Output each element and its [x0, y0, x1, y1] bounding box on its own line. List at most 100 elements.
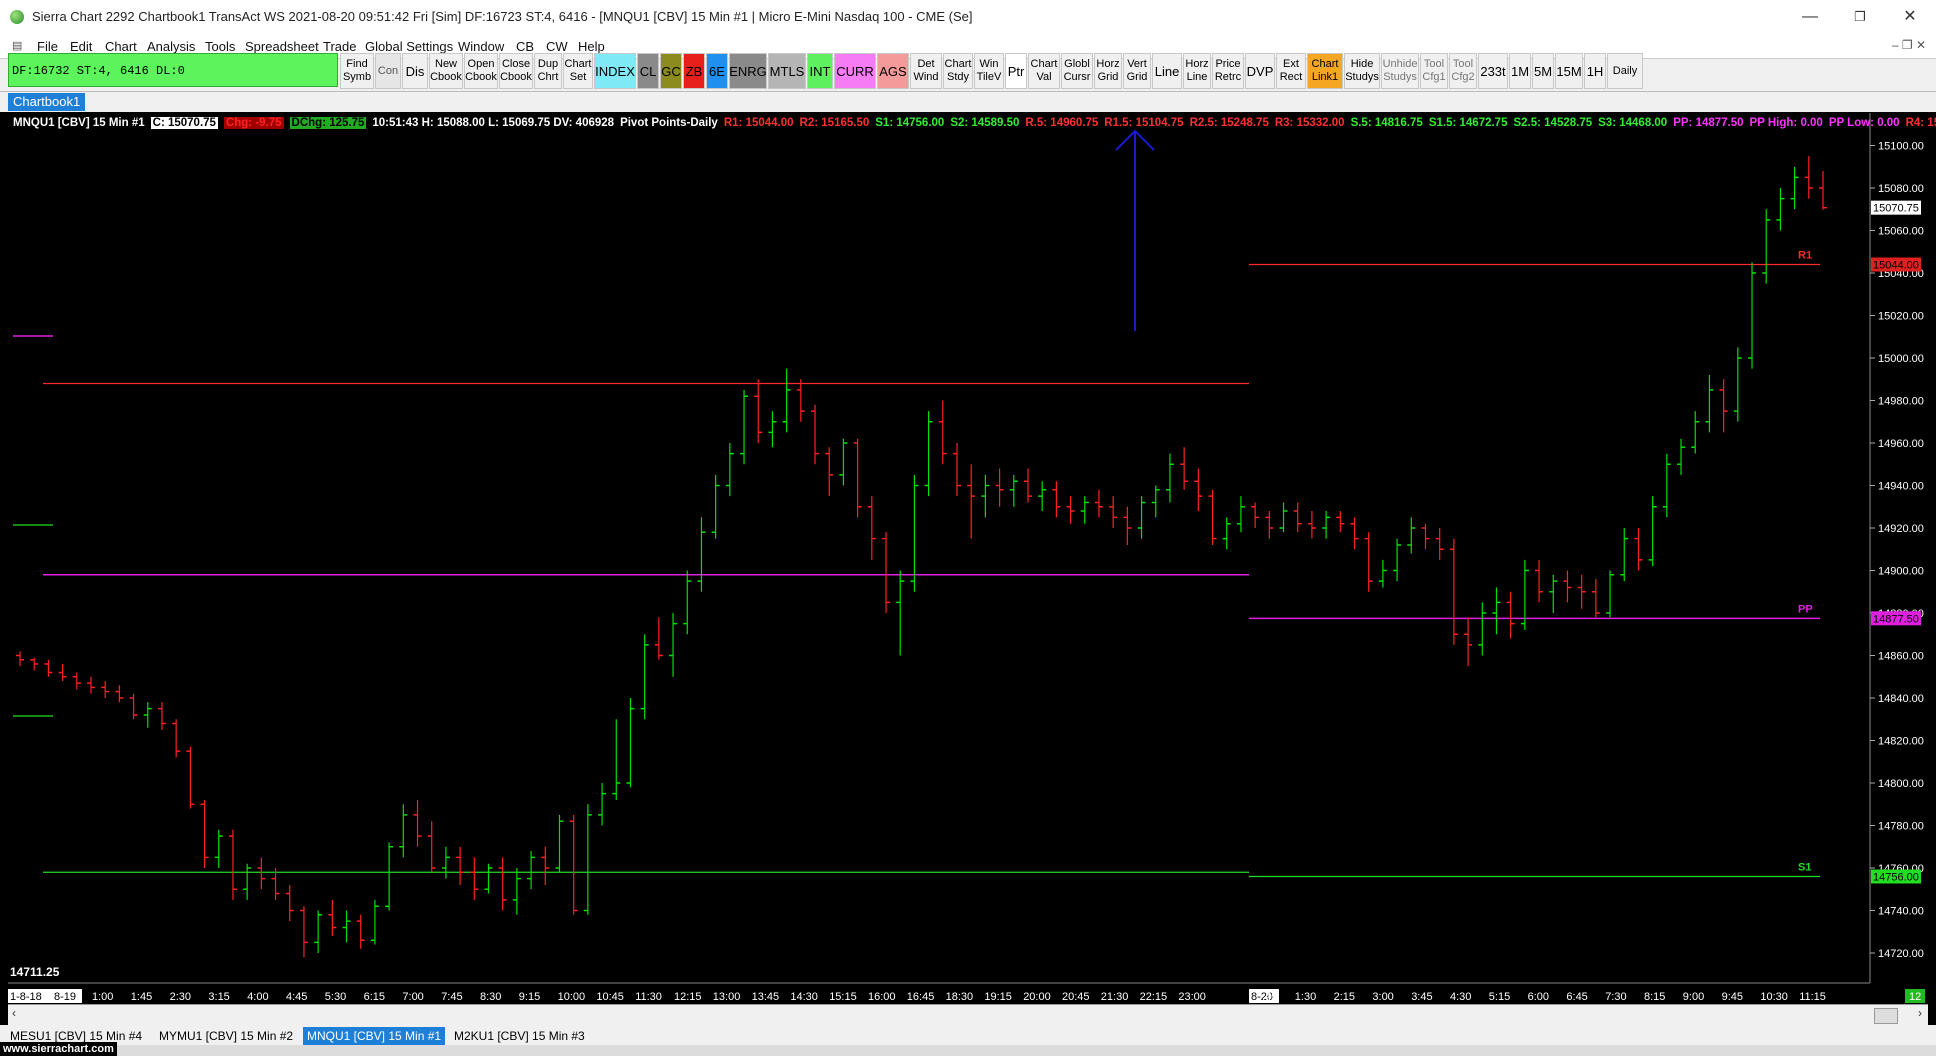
time-axis-label: 1:45	[131, 991, 152, 1003]
menu-tools[interactable]: Tools	[205, 39, 235, 54]
toolbar-button-con[interactable]: Con	[375, 53, 401, 89]
toolbar-button-curr[interactable]: CURR	[834, 53, 876, 89]
menu-cb[interactable]: CB	[516, 39, 534, 54]
restore-button[interactable]: ❐	[1845, 6, 1875, 28]
toolbar-button-find-symb[interactable]: Find Symb	[340, 53, 374, 89]
toolbar-button-tool-cfg1[interactable]: Tool Cfg1	[1420, 53, 1448, 89]
horizontal-scrollbar[interactable]: ‹ ›	[8, 1004, 1928, 1025]
menu-cw[interactable]: CW	[546, 39, 568, 54]
chart-tab-m2ku1[interactable]: M2KU1 [CBV] 15 Min #3	[450, 1027, 589, 1045]
menu-chart[interactable]: Chart	[105, 39, 137, 54]
price-axis-label: 15080.00	[1878, 183, 1924, 195]
chartbook-tabstrip	[0, 92, 1936, 112]
price-axis-label: 14720.00	[1878, 948, 1924, 960]
time-axis-label: 1-8-18	[10, 991, 42, 1003]
toolbar-button-dup-chrt[interactable]: Dup Chrt	[534, 53, 562, 89]
toolbar-button-daily[interactable]: Daily	[1607, 53, 1643, 89]
toolbar-button-15m[interactable]: 15M	[1555, 53, 1583, 89]
menu-edit[interactable]: Edit	[70, 39, 92, 54]
time-axis-label: 20:00	[1023, 991, 1051, 1003]
header-item-15: S1.5: 14672.75	[1428, 117, 1508, 129]
price-axis-label: 15000.00	[1878, 353, 1924, 365]
menu-global-settings[interactable]: Global Settings	[365, 39, 453, 54]
time-axis-label: 9:45	[1722, 991, 1743, 1003]
toolbar-button-unhide-studys[interactable]: Unhide Studys	[1381, 53, 1419, 89]
toolbar-button-enrg[interactable]: ENRG	[729, 53, 767, 89]
menu-analysis[interactable]: Analysis	[147, 39, 195, 54]
toolbar-button-chart-set[interactable]: Chart Set	[563, 53, 593, 89]
time-axis-label: 11:30	[635, 991, 662, 1003]
time-axis-label: 12:15	[674, 991, 702, 1003]
time-axis-label: 18:30	[946, 991, 974, 1003]
header-item-12: R2.5: 15248.75	[1189, 117, 1269, 129]
toolbar-button-new-cbook[interactable]: New Cbook	[429, 53, 463, 89]
toolbar-button-1m[interactable]: 1M	[1509, 53, 1531, 89]
toolbar-button-ext-rect[interactable]: Ext Rect	[1276, 53, 1306, 89]
toolbar-button-dvp[interactable]: DVP	[1245, 53, 1275, 89]
site-label: www.sierrachart.com	[0, 1042, 117, 1056]
scroll-left-icon[interactable]: ‹	[12, 1006, 16, 1020]
tab-chartbook1[interactable]: Chartbook1	[8, 93, 86, 111]
minimize-button[interactable]: —	[1795, 6, 1825, 28]
time-axis-label: 6:15	[364, 991, 385, 1003]
toolbar-button-chart-stdy[interactable]: Chart Stdy	[943, 53, 973, 89]
toolbar-button-dis[interactable]: Dis	[402, 53, 428, 89]
toolbar-button-chart-val[interactable]: Chart Val	[1028, 53, 1060, 89]
time-axis-label: 3:00	[1372, 991, 1393, 1003]
menu-window[interactable]: Window	[458, 39, 504, 54]
toolbar-button-mtls[interactable]: MTLS	[768, 53, 806, 89]
toolbar-button-int[interactable]: INT	[807, 53, 833, 89]
header-item-2: Chg: -9.75	[223, 117, 284, 129]
toolbar-button-ags[interactable]: AGS	[877, 53, 909, 89]
menu-file[interactable]: File	[37, 39, 58, 54]
chart-tab-mymu1[interactable]: MYMU1 [CBV] 15 Min #2	[155, 1027, 297, 1045]
menu-help[interactable]: Help	[578, 39, 605, 54]
toolbar-button-gc[interactable]: GC	[660, 53, 682, 89]
menu-spreadsheet[interactable]: Spreadsheet	[245, 39, 319, 54]
toolbar-button-hide-studys[interactable]: Hide Studys	[1344, 53, 1380, 89]
scroll-right-icon[interactable]: ›	[1918, 1006, 1922, 1020]
time-axis-label: 5:15	[1489, 991, 1510, 1003]
chart-header-line: MNQU1 [CBV] 15 Min #1 C: 15070.75 Chg: -9.…	[13, 117, 1936, 133]
header-item-8: S1: 14756.00	[875, 117, 945, 129]
header-item-9: S2: 14589.50	[950, 117, 1020, 129]
toolbar-button-close-cbook[interactable]: Close Cbook	[499, 53, 533, 89]
price-axis-label: 14820.00	[1878, 736, 1924, 748]
toolbar-button-line[interactable]: Line	[1152, 53, 1182, 89]
toolbar-button-index[interactable]: INDEX	[594, 53, 636, 89]
toolbar-button-233t[interactable]: 233t	[1478, 53, 1508, 89]
toolbar-button-zb[interactable]: ZB	[683, 53, 705, 89]
toolbar-button-tool-cfg2[interactable]: Tool Cfg2	[1449, 53, 1477, 89]
time-axis-label: 4:00	[247, 991, 268, 1003]
time-axis-label: 10:45	[596, 991, 624, 1003]
toolbar-button-5m[interactable]: 5M	[1532, 53, 1554, 89]
toolbar-button-ptr[interactable]: Ptr	[1005, 53, 1027, 89]
toolbar-button-horz-grid[interactable]: Horz Grid	[1094, 53, 1122, 89]
time-axis-label: 22:15	[1140, 991, 1168, 1003]
price-chart[interactable]: 15100.0015080.0015060.0015040.0015020.00…	[8, 113, 1928, 1003]
toolbar-button-horz-line[interactable]: Horz Line	[1183, 53, 1211, 89]
chart-area[interactable]: 15100.00 15080.00 15060.00 15040.00 15020.00…	[8, 113, 1928, 1003]
time-axis-label: 4:30	[1450, 991, 1471, 1003]
toolbar-button-globl-cursr[interactable]: Globl Cursr	[1061, 53, 1093, 89]
toolbar-button-vert-grid[interactable]: Vert Grid	[1123, 53, 1151, 89]
toolbar-button-det-wind[interactable]: Det Wind	[910, 53, 942, 89]
header-item-21: R4: 15498.50	[1905, 117, 1936, 129]
connection-status-box: DF:16732 ST:4, 6416 DL:0	[8, 53, 338, 87]
toolbar-button-win-tilev[interactable]: Win TileV	[974, 53, 1004, 89]
scrollbar-thumb[interactable]	[1874, 1008, 1898, 1024]
s1-label: S1	[1798, 862, 1811, 874]
time-axis-label: 9:15	[519, 991, 540, 1003]
toolbar-button-price-retrc[interactable]: Price Retrc	[1212, 53, 1244, 89]
toolbar-button-chart-link1[interactable]: Chart Link1	[1307, 53, 1343, 89]
toolbar-button-6e[interactable]: 6E	[706, 53, 728, 89]
toolbar-button-1h[interactable]: 1H	[1584, 53, 1606, 89]
close-button[interactable]: ✕	[1895, 6, 1925, 28]
toolbar-button-cl[interactable]: CL	[637, 53, 659, 89]
mdi-window-controls[interactable]: – ❐ ✕	[1892, 38, 1926, 52]
menu-trade[interactable]: Trade	[323, 39, 356, 54]
chart-tab-mnqu1[interactable]: MNQU1 [CBV] 15 Min #1	[303, 1027, 446, 1045]
toolbar-button-open-cbook[interactable]: Open Cbook	[464, 53, 498, 89]
system-menu-icon[interactable]: ▤	[12, 39, 22, 52]
price-axis-label: 14900.00	[1878, 566, 1924, 578]
